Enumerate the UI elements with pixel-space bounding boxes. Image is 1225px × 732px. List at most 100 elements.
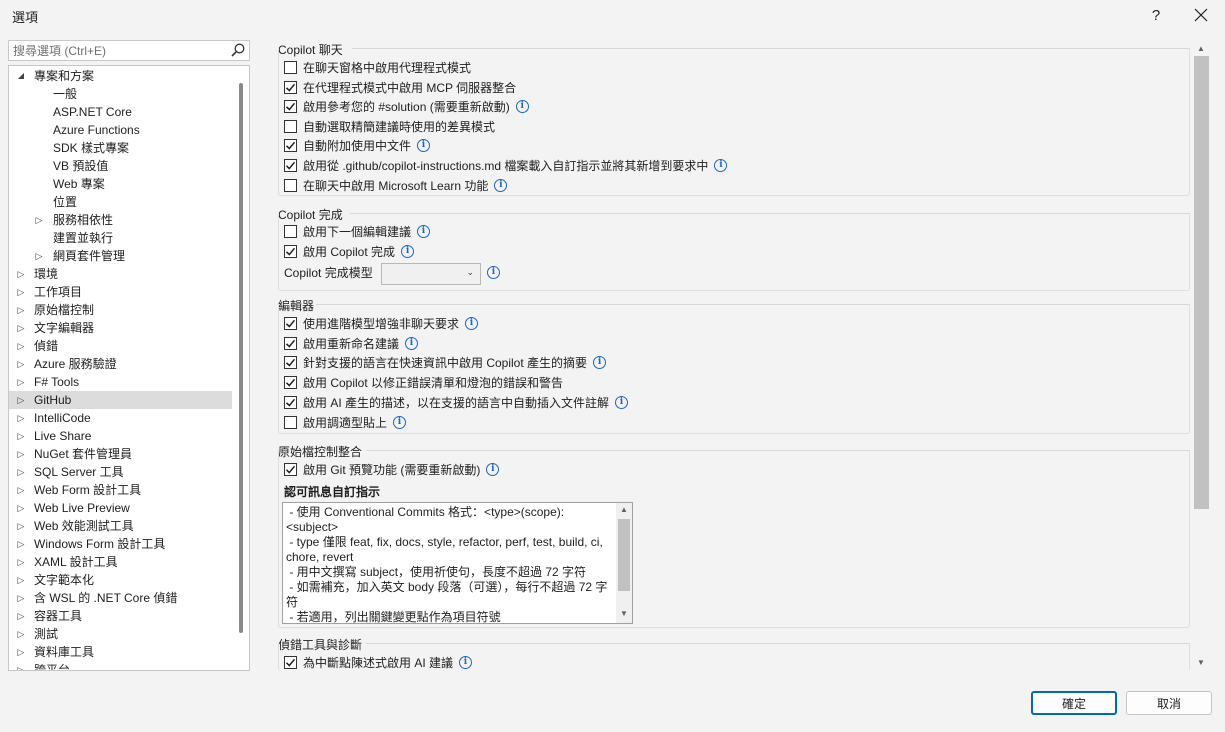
tree-item[interactable]: ▷ Azure 服務驗證	[9, 355, 232, 373]
option-row[interactable]: 啟用 Copilot 完成 i	[284, 242, 415, 260]
info-icon[interactable]: i	[401, 244, 415, 258]
tree-item[interactable]: ▷ Web Live Preview	[9, 499, 232, 517]
collapse-arrow-icon[interactable]: ▷	[15, 463, 27, 481]
tree-item[interactable]: ▷ Live Share	[9, 427, 232, 445]
tree-item[interactable]: SDK 樣式專案	[9, 139, 232, 157]
commit-instructions-textarea[interactable]: - 使用 Conventional Commits 格式：<type>(scop…	[282, 502, 633, 624]
option-row[interactable]: 在聊天中啟用 Microsoft Learn 功能 i	[284, 176, 508, 194]
option-label[interactable]: 啟用 Copilot 以修正錯誤清單和燈泡的錯誤和警告	[303, 374, 563, 391]
info-icon[interactable]: i	[615, 395, 629, 409]
checkbox-unchecked[interactable]	[284, 178, 297, 192]
tree-item[interactable]: ◢ 專案和方案	[9, 67, 232, 85]
tree-item[interactable]: Web 專案	[9, 175, 232, 193]
option-row[interactable]: 針對支援的語言在快速資訊中啟用 Copilot 產生的摘要 i	[284, 353, 607, 371]
option-label[interactable]: 自動附加使用中文件	[303, 137, 411, 154]
collapse-arrow-icon[interactable]: ▷	[15, 319, 27, 337]
option-label[interactable]: 啟用從 .github/copilot-instructions.md 檔案載入…	[303, 157, 708, 174]
option-row[interactable]: 自動選取精簡建議時使用的差異模式	[284, 117, 495, 135]
option-label[interactable]: 啟用 AI 產生的描述，以在支援的語言中自動插入文件註解	[303, 394, 609, 411]
info-icon[interactable]: i	[486, 462, 500, 476]
collapse-arrow-icon[interactable]: ▷	[33, 211, 45, 229]
checkbox-checked[interactable]	[284, 244, 297, 258]
option-label[interactable]: 啟用調適型貼上	[303, 414, 387, 431]
collapse-arrow-icon[interactable]: ▷	[33, 247, 45, 265]
checkbox-checked[interactable]	[284, 316, 297, 330]
tree-item[interactable]: ▷ GitHub	[9, 391, 232, 409]
collapse-arrow-icon[interactable]: ▷	[15, 625, 27, 643]
scroll-thumb[interactable]	[1194, 56, 1209, 509]
option-row[interactable]: 在代理程式模式中啟用 MCP 伺服器整合	[284, 78, 516, 96]
tree-item[interactable]: ▷ 容器工具	[9, 607, 232, 625]
info-icon[interactable]: i	[417, 138, 431, 152]
tree-item[interactable]: ▷ Web Form 設計工具	[9, 481, 232, 499]
checkbox-checked[interactable]	[284, 395, 297, 409]
collapse-arrow-icon[interactable]: ▷	[15, 337, 27, 355]
checkbox-checked[interactable]	[284, 158, 297, 172]
checkbox-checked[interactable]	[284, 462, 297, 476]
option-label[interactable]: 啟用下一個編輯建議	[303, 223, 411, 240]
option-label[interactable]: 在聊天窗格中啟用代理程式模式	[303, 59, 471, 76]
option-row[interactable]: 啟用下一個編輯建議 i	[284, 222, 431, 240]
checkbox-checked[interactable]	[284, 375, 297, 389]
tree-item[interactable]: ▷ 含 WSL 的 .NET Core 偵錯	[9, 589, 232, 607]
option-row[interactable]: 啟用重新命名建議 i	[284, 334, 419, 352]
collapse-arrow-icon[interactable]: ▷	[15, 481, 27, 499]
collapse-arrow-icon[interactable]: ▷	[15, 301, 27, 319]
info-icon[interactable]: i	[417, 224, 431, 238]
tree-item[interactable]: ▷ 文字範本化	[9, 571, 232, 589]
tree-item[interactable]: ▷ NuGet 套件管理員	[9, 445, 232, 463]
collapse-arrow-icon[interactable]: ▷	[15, 553, 27, 571]
option-label[interactable]: 在代理程式模式中啟用 MCP 伺服器整合	[303, 79, 516, 96]
info-icon[interactable]: i	[393, 415, 407, 429]
collapse-arrow-icon[interactable]: ▷	[15, 373, 27, 391]
scroll-thumb[interactable]	[618, 519, 630, 591]
collapse-arrow-icon[interactable]: ▷	[15, 355, 27, 373]
option-row[interactable]: 啟用從 .github/copilot-instructions.md 檔案載入…	[284, 156, 728, 174]
info-icon[interactable]: i	[515, 99, 529, 113]
scroll-up-icon[interactable]: ▲	[620, 505, 628, 514]
option-row[interactable]: 使用進階模型增強非聊天要求 i	[284, 314, 479, 332]
checkbox-unchecked[interactable]	[284, 119, 297, 133]
option-row[interactable]: 在聊天窗格中啟用代理程式模式	[284, 58, 471, 76]
scroll-up-icon[interactable]: ▲	[1197, 44, 1205, 53]
search-input[interactable]	[9, 41, 229, 60]
tree-item[interactable]: Azure Functions	[9, 121, 232, 139]
checkbox-unchecked[interactable]	[284, 415, 297, 429]
ok-button[interactable]: 確定	[1031, 691, 1117, 715]
option-row[interactable]: 為中斷點陳述式啟用 AI 建議 i	[284, 653, 473, 671]
tree-item[interactable]: ▷ 網頁套件管理	[9, 247, 232, 265]
tree-item[interactable]: ▷ 原始檔控制	[9, 301, 232, 319]
tree-item[interactable]: ▷ 工作項目	[9, 283, 232, 301]
option-row[interactable]: 自動附加使用中文件 i	[284, 136, 431, 154]
option-label[interactable]: 針對支援的語言在快速資訊中啟用 Copilot 產生的摘要	[303, 354, 587, 371]
tree-item[interactable]: ▷ 文字編輯器	[9, 319, 232, 337]
collapse-arrow-icon[interactable]: ▷	[15, 517, 27, 535]
scroll-down-icon[interactable]: ▼	[1197, 658, 1205, 667]
checkbox-unchecked[interactable]	[284, 224, 297, 238]
cancel-button[interactable]: 取消	[1126, 691, 1212, 715]
completion-model-select[interactable]: ⌄	[381, 263, 481, 285]
collapse-arrow-icon[interactable]: ▷	[15, 571, 27, 589]
tree-item[interactable]: ▷ 資料庫工具	[9, 643, 232, 661]
tree-item[interactable]: ▷ IntelliCode	[9, 409, 232, 427]
collapse-arrow-icon[interactable]: ▷	[15, 535, 27, 553]
options-scrollbar[interactable]: ▲ ▼	[1193, 40, 1211, 670]
option-row[interactable]: 啟用調適型貼上 i	[284, 413, 407, 431]
info-icon[interactable]: i	[593, 355, 607, 369]
collapse-arrow-icon[interactable]: ▷	[15, 445, 27, 463]
tree-item[interactable]: ▷ F# Tools	[9, 373, 232, 391]
tree-item[interactable]: ▷ SQL Server 工具	[9, 463, 232, 481]
tree-item[interactable]: ▷ 環境	[9, 265, 232, 283]
checkbox-checked[interactable]	[284, 99, 297, 113]
option-label[interactable]: 啟用參考您的 #solution (需要重新啟動)	[303, 98, 510, 115]
option-label[interactable]: 使用進階模型增強非聊天要求	[303, 315, 459, 332]
info-icon[interactable]: i	[494, 178, 508, 192]
collapse-arrow-icon[interactable]: ▷	[15, 499, 27, 517]
collapse-arrow-icon[interactable]: ▷	[15, 391, 27, 409]
tree-item[interactable]: ▷ 測試	[9, 625, 232, 643]
scroll-down-icon[interactable]: ▼	[620, 609, 628, 618]
collapse-arrow-icon[interactable]: ▷	[15, 427, 27, 445]
checkbox-checked[interactable]	[284, 355, 297, 369]
commit-scrollbar[interactable]: ▲ ▼	[616, 503, 632, 623]
checkbox-checked[interactable]	[284, 336, 297, 350]
